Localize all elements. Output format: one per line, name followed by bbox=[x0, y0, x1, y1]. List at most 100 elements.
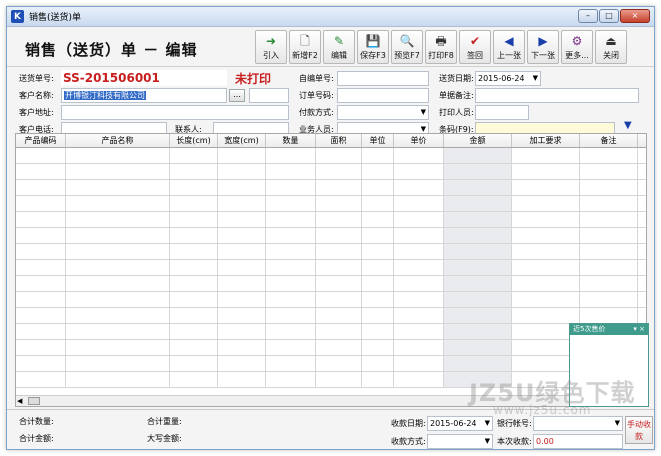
table-cell[interactable] bbox=[16, 372, 66, 387]
table-cell[interactable] bbox=[66, 292, 170, 307]
table-row[interactable] bbox=[16, 260, 646, 276]
table-cell[interactable] bbox=[16, 196, 66, 211]
table-cell[interactable] bbox=[394, 148, 444, 163]
customer-address-field[interactable] bbox=[61, 105, 289, 120]
table-row[interactable] bbox=[16, 196, 646, 212]
product-grid[interactable]: 产品编码 产品名称 长度(cm) 宽度(cm) 数量 面积 单位 单价 金额 加工要求 备注 ◀ bbox=[15, 133, 647, 407]
table-cell[interactable] bbox=[16, 356, 66, 371]
table-cell[interactable] bbox=[170, 292, 218, 307]
table-cell[interactable] bbox=[362, 324, 394, 339]
table-cell[interactable] bbox=[362, 244, 394, 259]
table-cell[interactable] bbox=[218, 324, 266, 339]
table-cell[interactable] bbox=[170, 276, 218, 291]
table-cell[interactable] bbox=[66, 372, 170, 387]
table-cell[interactable] bbox=[170, 308, 218, 323]
table-cell[interactable] bbox=[444, 180, 512, 195]
table-cell[interactable] bbox=[218, 180, 266, 195]
table-cell[interactable] bbox=[362, 356, 394, 371]
table-cell[interactable] bbox=[316, 308, 362, 323]
recent-prices-title-bar[interactable]: 近5次售价 ▾ × bbox=[570, 324, 648, 335]
table-cell[interactable] bbox=[66, 212, 170, 227]
toolbar-button-0[interactable]: ➜ 引入 bbox=[255, 30, 287, 64]
table-cell[interactable] bbox=[218, 164, 266, 179]
table-cell[interactable] bbox=[512, 180, 580, 195]
table-cell[interactable] bbox=[66, 180, 170, 195]
table-cell[interactable] bbox=[316, 244, 362, 259]
table-cell[interactable] bbox=[580, 292, 638, 307]
table-cell[interactable] bbox=[512, 196, 580, 211]
table-cell[interactable] bbox=[316, 340, 362, 355]
receipt-method-select[interactable]: ▼ bbox=[427, 434, 493, 449]
maximize-button[interactable]: □ bbox=[599, 9, 619, 23]
table-cell[interactable] bbox=[512, 260, 580, 275]
table-cell[interactable] bbox=[394, 228, 444, 243]
table-cell[interactable] bbox=[170, 324, 218, 339]
table-cell[interactable] bbox=[394, 196, 444, 211]
table-cell[interactable] bbox=[218, 372, 266, 387]
table-cell[interactable] bbox=[218, 260, 266, 275]
table-cell[interactable] bbox=[512, 244, 580, 259]
table-cell[interactable] bbox=[512, 228, 580, 243]
table-cell[interactable] bbox=[394, 340, 444, 355]
table-cell[interactable] bbox=[580, 180, 638, 195]
table-cell[interactable] bbox=[170, 212, 218, 227]
table-cell[interactable] bbox=[16, 292, 66, 307]
doc-remark-field[interactable] bbox=[475, 88, 639, 103]
table-cell[interactable] bbox=[362, 276, 394, 291]
receipt-date-field[interactable]: 2015-06-24 ▼ bbox=[427, 416, 493, 431]
table-cell[interactable] bbox=[362, 164, 394, 179]
table-cell[interactable] bbox=[218, 340, 266, 355]
table-row[interactable] bbox=[16, 180, 646, 196]
chevron-down-icon[interactable]: ▼ bbox=[615, 417, 620, 430]
table-cell[interactable] bbox=[316, 228, 362, 243]
table-cell[interactable] bbox=[66, 356, 170, 371]
table-cell[interactable] bbox=[362, 228, 394, 243]
table-cell[interactable] bbox=[580, 244, 638, 259]
table-cell[interactable] bbox=[316, 196, 362, 211]
table-cell[interactable] bbox=[316, 164, 362, 179]
table-cell[interactable] bbox=[580, 228, 638, 243]
toolbar-button-3[interactable]: 💾 保存F3 bbox=[357, 30, 389, 64]
table-cell[interactable] bbox=[266, 340, 316, 355]
table-cell[interactable] bbox=[218, 212, 266, 227]
table-cell[interactable] bbox=[512, 276, 580, 291]
grid-body[interactable] bbox=[16, 148, 646, 388]
table-cell[interactable] bbox=[266, 148, 316, 163]
table-cell[interactable] bbox=[316, 324, 362, 339]
table-cell[interactable] bbox=[316, 372, 362, 387]
column-header[interactable]: 产品编码 bbox=[16, 134, 66, 147]
table-row[interactable] bbox=[16, 308, 646, 324]
column-header[interactable]: 数量 bbox=[266, 134, 316, 147]
table-cell[interactable] bbox=[512, 308, 580, 323]
doc-no-field[interactable]: SS-201506001 bbox=[61, 70, 227, 86]
table-cell[interactable] bbox=[444, 308, 512, 323]
table-row[interactable] bbox=[16, 340, 646, 356]
table-cell[interactable] bbox=[266, 260, 316, 275]
toolbar-button-7[interactable]: ◀ 上一张 bbox=[493, 30, 525, 64]
toolbar-button-8[interactable]: ▶ 下一张 bbox=[527, 30, 559, 64]
table-cell[interactable] bbox=[394, 324, 444, 339]
table-cell[interactable] bbox=[266, 212, 316, 227]
table-cell[interactable] bbox=[16, 260, 66, 275]
table-cell[interactable] bbox=[66, 196, 170, 211]
table-cell[interactable] bbox=[394, 292, 444, 307]
this-receipt-field[interactable]: 0.00 bbox=[533, 434, 623, 449]
table-cell[interactable] bbox=[394, 260, 444, 275]
table-cell[interactable] bbox=[266, 244, 316, 259]
table-cell[interactable] bbox=[66, 228, 170, 243]
table-cell[interactable] bbox=[66, 276, 170, 291]
toolbar-button-1[interactable]: 🗋 新增F2 bbox=[289, 30, 321, 64]
table-row[interactable] bbox=[16, 292, 646, 308]
table-row[interactable] bbox=[16, 148, 646, 164]
close-window-button[interactable]: × bbox=[620, 9, 650, 23]
table-row[interactable] bbox=[16, 324, 646, 340]
table-cell[interactable] bbox=[444, 148, 512, 163]
table-cell[interactable] bbox=[394, 356, 444, 371]
table-cell[interactable] bbox=[316, 356, 362, 371]
table-cell[interactable] bbox=[16, 180, 66, 195]
table-cell[interactable] bbox=[218, 244, 266, 259]
toolbar-button-10[interactable]: ⏏ 关闭 bbox=[595, 30, 627, 64]
table-cell[interactable] bbox=[316, 180, 362, 195]
toolbar-button-6[interactable]: ✔ 签回 bbox=[459, 30, 491, 64]
payment-method-select[interactable]: ▼ bbox=[337, 105, 429, 120]
